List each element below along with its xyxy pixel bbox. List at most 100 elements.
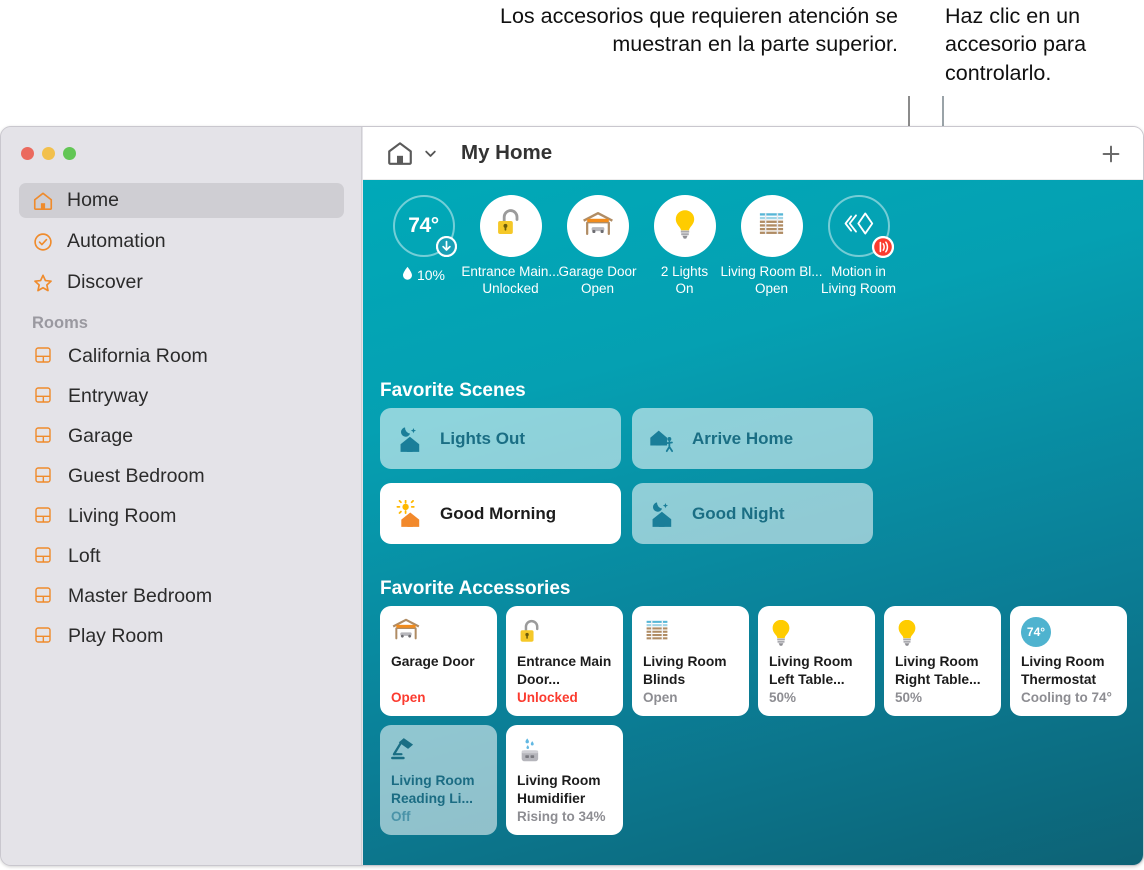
sidebar-item-label: Living Room	[68, 504, 177, 527]
sidebar-section-header-rooms: Rooms	[32, 314, 88, 332]
status-item-name: 2 Lights	[660, 264, 709, 279]
status-item-temperature[interactable]: 74° 10%	[380, 195, 467, 298]
sidebar-item-label: Play Room	[68, 624, 164, 647]
sidebar-item-loft[interactable]: Loft	[19, 539, 344, 573]
status-item-living-room-blinds[interactable]: Living Room Bl... Open	[720, 195, 823, 298]
sidebar-item-label: Discover	[67, 271, 143, 293]
main-pane: My Home 74° 10% Entrance Main... Unlocke…	[363, 127, 1143, 865]
scene-label: Good Night	[692, 503, 785, 523]
chevron-down-icon[interactable]	[423, 146, 438, 161]
sidebar-item-california-room[interactable]: California Room	[19, 339, 344, 373]
sidebar-item-master-bedroom[interactable]: Master Bedroom	[19, 579, 344, 613]
status-item-text: 2 Lights On	[661, 264, 708, 298]
section-title-favorite-accessories: Favorite Accessories	[380, 578, 571, 599]
accessory-card-living-room-thermostat[interactable]: 74° Living Room Thermostat Cooling to 74…	[1010, 606, 1127, 716]
status-item-motion-sensor[interactable]: Motion in Living Room	[815, 195, 902, 298]
house-walk-icon	[648, 425, 678, 453]
temperature-dial: 74°	[392, 195, 457, 257]
status-item-name: Motion in	[831, 264, 886, 279]
sidebar-item-label: Loft	[68, 544, 101, 567]
accessory-name: Entrance Main Door...	[517, 654, 612, 688]
sidebar-item-label: Entryway	[68, 384, 149, 407]
humidity-readout: 10%	[402, 266, 445, 283]
status-item-entrance-main-door[interactable]: Entrance Main... Unlocked	[461, 195, 560, 298]
status-circle	[653, 195, 716, 257]
sidebar-item-play-room[interactable]: Play Room	[19, 619, 344, 653]
scene-card-lights-out[interactable]: Lights Out	[380, 408, 621, 469]
accessory-state: 50%	[895, 690, 923, 705]
sun-house-icon	[396, 499, 426, 528]
scene-card-good-morning[interactable]: Good Morning	[380, 483, 621, 544]
sidebar-item-label: Guest Bedroom	[68, 464, 205, 487]
room-icon	[33, 465, 55, 487]
sidebar: Home Automation Discover Rooms Californi…	[1, 127, 362, 865]
section-title-favorite-scenes: Favorite Scenes	[380, 380, 526, 401]
add-accessory-button[interactable]	[1100, 143, 1122, 165]
room-icon	[33, 625, 55, 647]
scene-label: Good Morning	[440, 503, 557, 523]
home-content-area: 74° 10% Entrance Main... Unlocked Garage…	[363, 180, 1143, 865]
status-item-state: Unlocked	[482, 280, 539, 296]
accessory-name: Living Room Left Table...	[769, 654, 853, 688]
sidebar-item-home[interactable]: Home	[19, 183, 344, 218]
close-window-button[interactable]	[21, 147, 34, 160]
accessory-card-living-room-humidifier[interactable]: Living Room Humidifier Rising to 34%	[506, 725, 623, 835]
house-icon	[32, 190, 54, 212]
accessory-card-living-room-reading-light[interactable]: Living Room Reading Li... Off	[380, 725, 497, 835]
moon-house-icon	[396, 425, 426, 453]
sidebar-item-entryway[interactable]: Entryway	[19, 379, 344, 413]
sidebar-item-garage[interactable]: Garage	[19, 419, 344, 453]
room-icon	[33, 385, 55, 407]
humidity-value: 10%	[416, 266, 446, 283]
maximize-window-button[interactable]	[63, 147, 76, 160]
accessory-name: Living Room Right Table...	[895, 654, 981, 688]
status-item-name: Garage Door	[558, 264, 637, 279]
accessory-card-living-room-left-table-lamp[interactable]: Living Room Left Table... 50%	[758, 606, 875, 716]
accessory-name: Living Room Reading Li...	[391, 773, 475, 807]
accessory-state: Unlocked	[517, 690, 578, 705]
clock-check-icon	[32, 231, 54, 253]
sidebar-item-discover[interactable]: Discover	[19, 265, 344, 300]
status-item-text: Entrance Main... Unlocked	[461, 264, 559, 298]
desk-lamp-icon	[391, 736, 419, 764]
accessory-card-entrance-main-door[interactable]: Entrance Main Door... Unlocked	[506, 606, 623, 716]
home-app-window: Home Automation Discover Rooms Californi…	[0, 126, 1144, 866]
accessory-card-living-room-blinds[interactable]: Living Room Blinds Open	[632, 606, 749, 716]
accessory-state: 50%	[769, 690, 797, 705]
status-item-name: Living Room Bl...	[720, 264, 823, 279]
status-item-state: On	[675, 280, 694, 296]
blinds-icon	[756, 209, 787, 243]
sidebar-nav: Home Automation Discover Rooms Californi…	[1, 183, 362, 659]
scene-card-arrive-home[interactable]: Arrive Home	[632, 408, 873, 469]
accessory-name: Living Room Blinds	[643, 654, 727, 688]
status-item-state: Open	[580, 280, 614, 296]
blinds-icon	[643, 617, 671, 645]
room-icon	[33, 545, 55, 567]
status-item-lights[interactable]: 2 Lights On	[641, 195, 728, 298]
lightbulb-icon	[895, 617, 923, 646]
status-item-garage-door[interactable]: Garage Door Open	[554, 195, 641, 298]
status-strip: 74° 10% Entrance Main... Unlocked Garage…	[380, 195, 902, 298]
status-item-text: Motion in Living Room	[821, 264, 896, 298]
accessory-state: Rising to 34%	[517, 809, 606, 824]
status-circle	[827, 195, 894, 258]
motion-sensor-icon	[842, 209, 875, 243]
scene-card-good-night[interactable]: Good Night	[632, 483, 873, 544]
garage-door-icon	[391, 617, 420, 645]
status-item-text: Garage Door Open	[558, 264, 636, 298]
screenshot-root: Los accesorios que requieren atención se…	[0, 0, 1144, 870]
status-item-state: Living Room	[820, 280, 897, 296]
sidebar-item-label: Automation	[67, 230, 166, 252]
accessory-state: Open	[391, 690, 426, 705]
temperature-value: 74°	[408, 214, 439, 237]
sidebar-item-guest-bedroom[interactable]: Guest Bedroom	[19, 459, 344, 493]
sidebar-item-automation[interactable]: Automation	[19, 224, 344, 259]
garage-door-icon	[581, 210, 615, 243]
accessory-card-garage-door[interactable]: Garage Door Open	[380, 606, 497, 716]
room-icon	[33, 345, 55, 367]
sidebar-item-label: Master Bedroom	[68, 584, 213, 607]
moon-house-icon	[648, 500, 678, 528]
minimize-window-button[interactable]	[42, 147, 55, 160]
sidebar-item-living-room[interactable]: Living Room	[19, 499, 344, 533]
accessory-card-living-room-right-table-lamp[interactable]: Living Room Right Table... 50%	[884, 606, 1001, 716]
